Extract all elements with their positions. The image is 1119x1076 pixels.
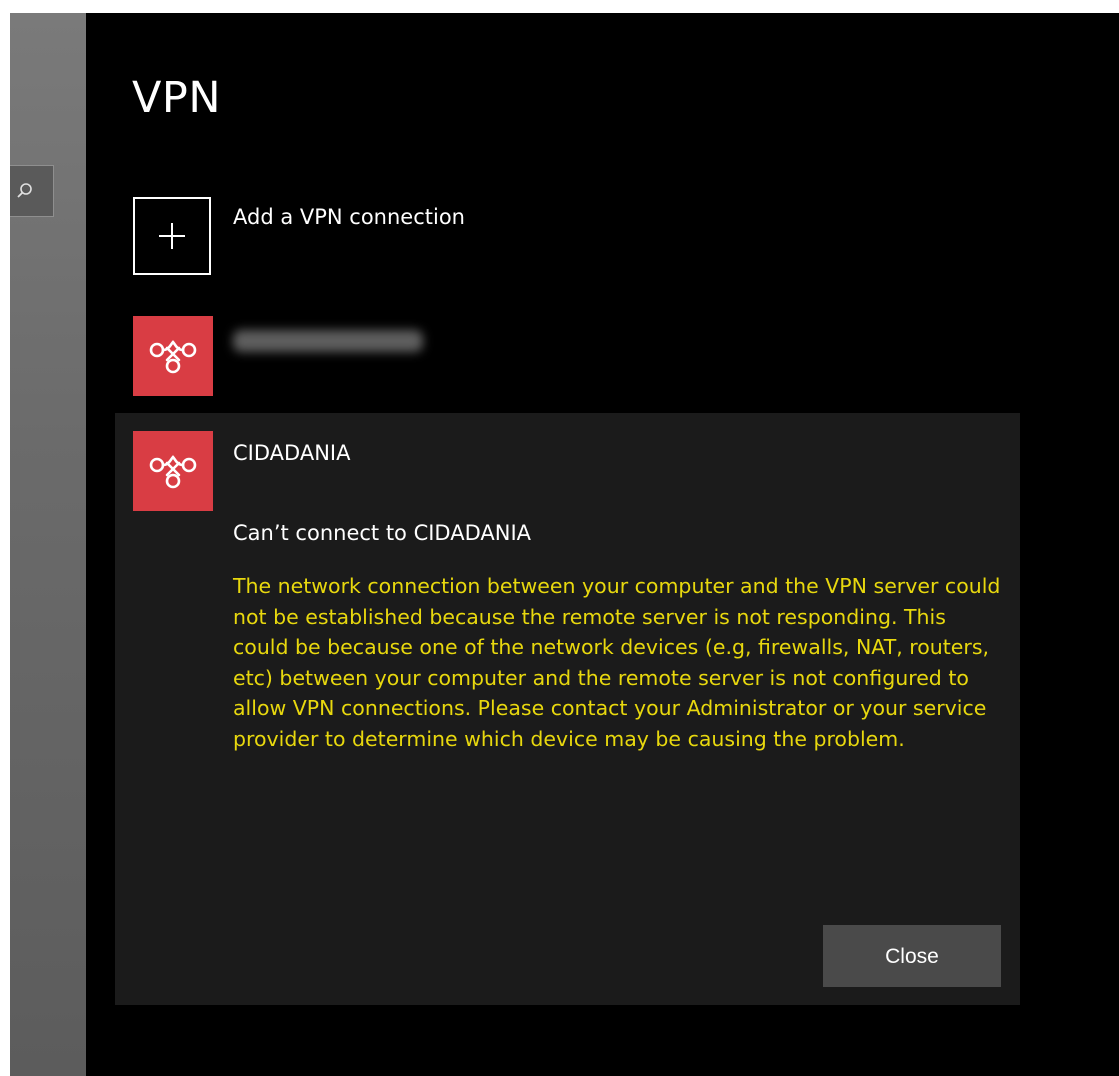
- add-connection-label: Add a VPN connection: [233, 205, 465, 229]
- add-vpn-connection-button[interactable]: Add a VPN connection: [133, 197, 833, 275]
- vpn-logo: [133, 431, 213, 511]
- vpn-knot-icon: [149, 455, 197, 489]
- redacted-connection-name: [233, 330, 423, 352]
- settings-window: VPN Add a VPN connection CIDADANIA Can’t…: [10, 13, 1119, 1076]
- page-title: VPN: [132, 73, 222, 123]
- vpn-connection-expanded-panel: CIDADANIA Can’t connect to CIDADANIA The…: [115, 413, 1020, 1005]
- connection-name: CIDADANIA: [233, 441, 351, 465]
- add-connection-tile: [133, 197, 211, 275]
- error-title: Can’t connect to CIDADANIA: [233, 521, 532, 545]
- vpn-connection-item[interactable]: [133, 316, 833, 396]
- error-message: The network connection between your comp…: [233, 574, 1001, 751]
- vpn-knot-icon: [149, 340, 197, 374]
- plus-icon: [159, 223, 185, 249]
- sidebar-search-box[interactable]: [10, 165, 54, 217]
- vpn-logo: [133, 316, 213, 396]
- close-button[interactable]: Close: [823, 925, 1001, 987]
- settings-sidebar: [10, 13, 86, 1076]
- search-icon: [17, 183, 32, 198]
